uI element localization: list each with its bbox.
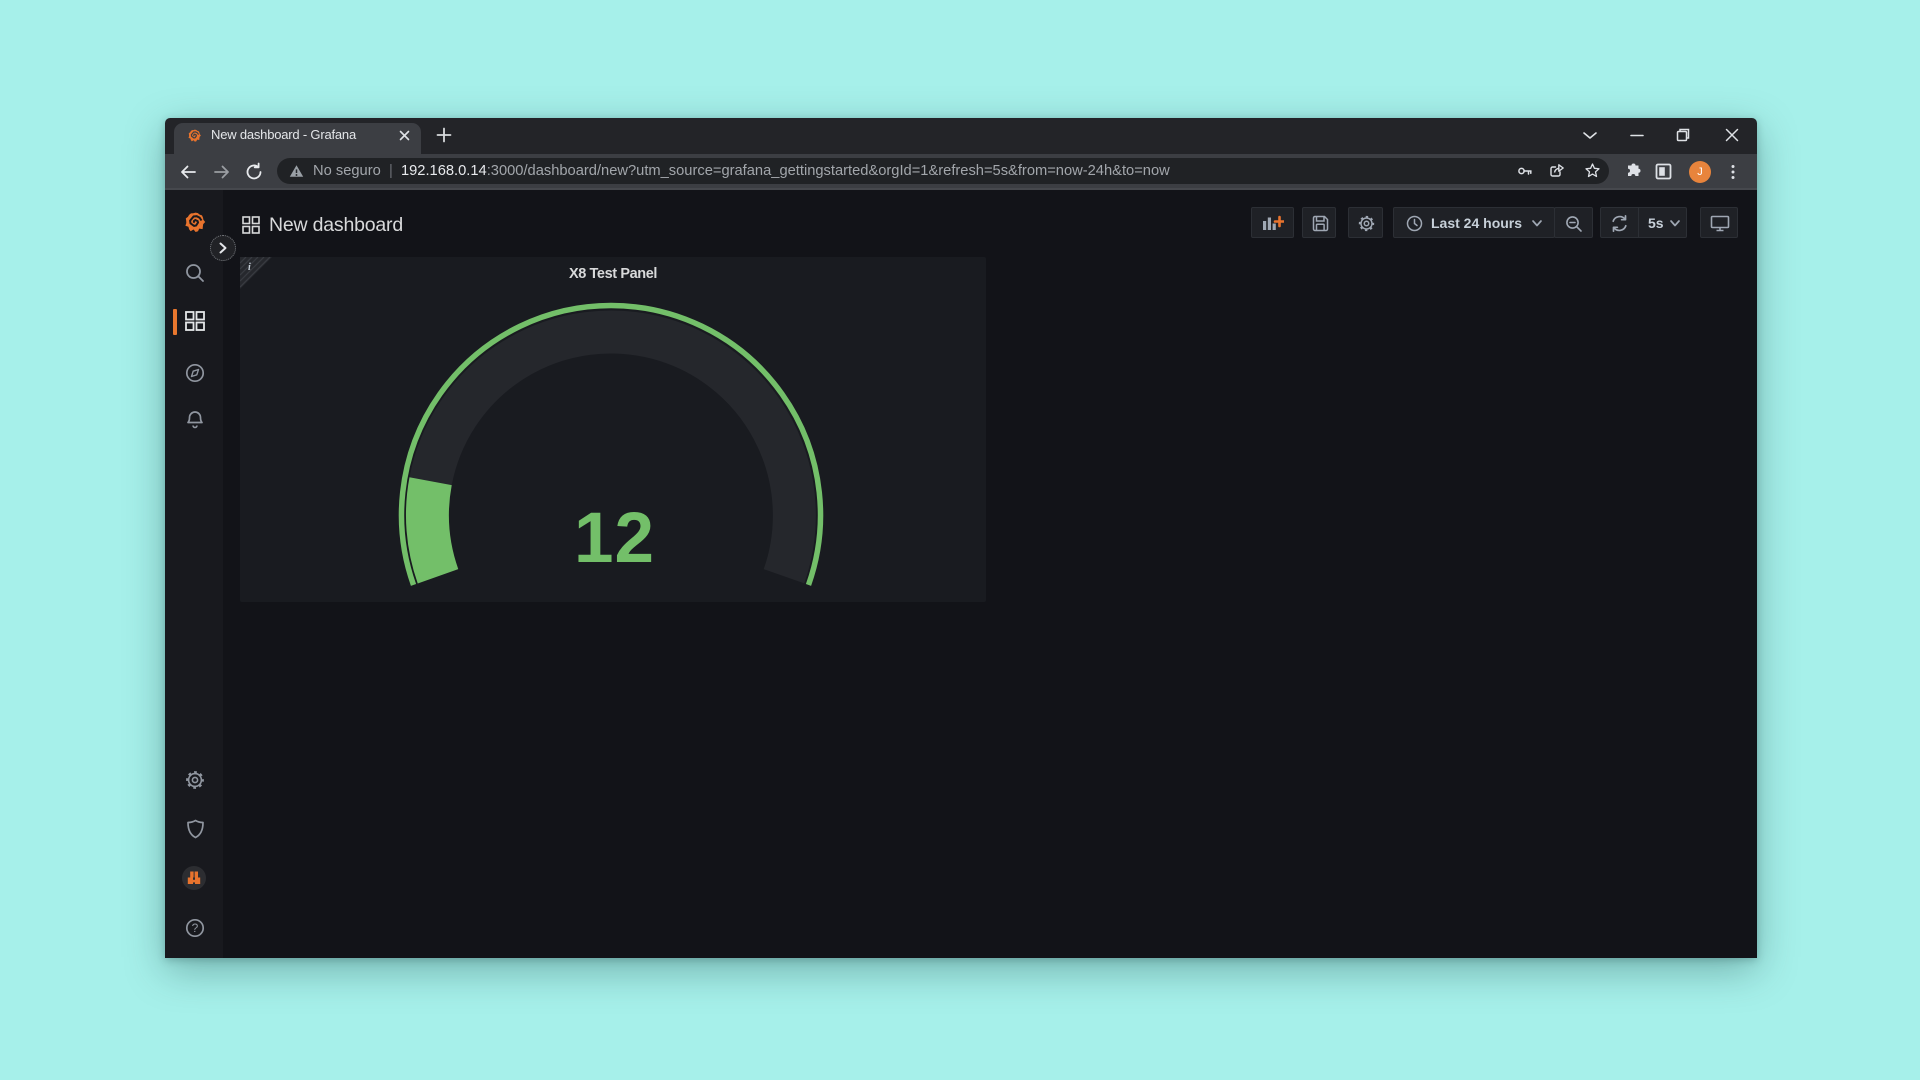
svg-text:i: i — [248, 262, 251, 273]
svg-text:12: 12 — [574, 499, 655, 578]
svg-text:?: ? — [192, 921, 199, 935]
